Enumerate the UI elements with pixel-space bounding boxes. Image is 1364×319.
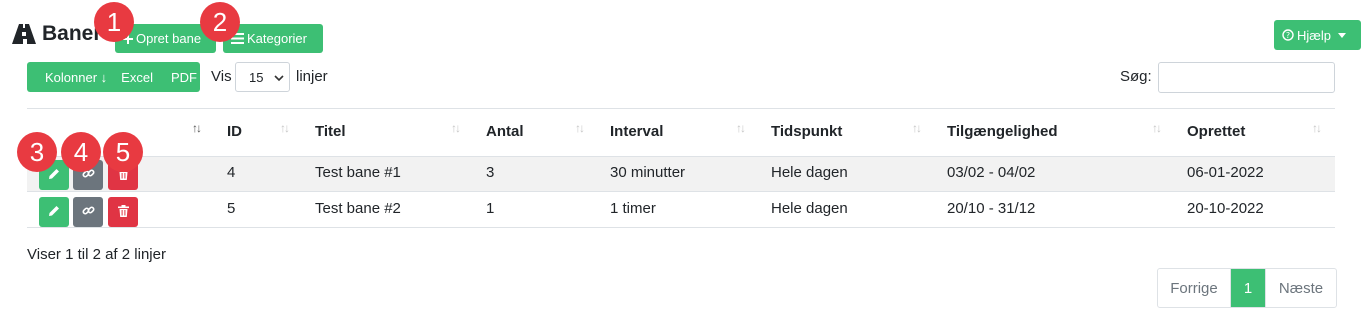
column-header-created[interactable]: Oprettet [1187, 123, 1245, 140]
trash-icon [117, 204, 129, 221]
previous-page-button[interactable]: Forrige [1158, 269, 1231, 307]
help-button[interactable]: ? Hjælp [1274, 20, 1361, 50]
cell-availability: 20/10 - 31/12 [947, 200, 1036, 217]
columns-button[interactable]: Kolonner ↓ [27, 70, 107, 85]
road-icon [12, 24, 36, 44]
sort-icon[interactable]: ↑↓ [192, 121, 202, 135]
cell-title: Test bane #2 [315, 200, 401, 217]
column-header-availability[interactable]: Tilgængelighed [947, 123, 1058, 140]
cell-title: Test bane #1 [315, 164, 401, 181]
next-page-button[interactable]: Næste [1265, 269, 1336, 307]
pdf-button[interactable]: PDF [153, 70, 197, 85]
callout-badge-1: 1 [94, 2, 134, 42]
sort-icon[interactable]: ↑↓ [1152, 121, 1162, 135]
search-input[interactable] [1158, 62, 1335, 93]
column-header-title[interactable]: Titel [315, 123, 346, 140]
lines-label: linjer [296, 68, 328, 85]
categories-label: Kategorier [247, 31, 307, 46]
page-title: Baner [12, 22, 102, 46]
column-header-time[interactable]: Tidspunkt [771, 123, 842, 140]
table-row [27, 192, 1335, 228]
page-size-select[interactable]: 15 [235, 62, 290, 92]
cell-time: Hele dagen [771, 200, 848, 217]
column-header-count[interactable]: Antal [486, 123, 524, 140]
help-label: Hjælp [1297, 27, 1331, 43]
cell-interval: 30 minutter [610, 164, 686, 181]
link-icon [81, 204, 95, 221]
cell-id: 4 [227, 164, 236, 181]
show-label: Vis [211, 68, 232, 85]
cell-count: 3 [486, 164, 495, 181]
callout-badge-2: 2 [200, 2, 240, 42]
columns-label: Kolonner [45, 69, 98, 85]
export-button-group: Kolonner ↓ Excel PDF [27, 62, 200, 92]
cell-availability: 03/02 - 04/02 [947, 164, 1036, 181]
pencil-icon [48, 167, 60, 184]
sort-icon[interactable]: ↑↓ [575, 121, 585, 135]
column-header-interval[interactable]: Interval [610, 123, 663, 140]
callout-badge-3: 3 [17, 132, 57, 172]
cell-count: 1 [486, 200, 495, 217]
cell-interval: 1 timer [610, 200, 656, 217]
cell-created: 06-01-2022 [1187, 164, 1264, 181]
link-button[interactable] [73, 197, 103, 227]
search-label: Søg: [1120, 68, 1152, 85]
delete-button[interactable] [108, 197, 138, 227]
callout-badge-4: 4 [61, 132, 101, 172]
sort-icon[interactable]: ↑↓ [451, 121, 461, 135]
svg-text:?: ? [1286, 31, 1290, 40]
table-info: Viser 1 til 2 af 2 linjer [27, 246, 166, 263]
sort-icon[interactable]: ↑↓ [1312, 121, 1322, 135]
divider [27, 108, 1335, 109]
chevron-down-icon [274, 70, 284, 85]
cell-created: 20-10-2022 [1187, 200, 1264, 217]
caret-down-icon [1337, 32, 1346, 38]
callout-badge-5: 5 [103, 132, 143, 172]
cell-time: Hele dagen [771, 164, 848, 181]
sort-icon[interactable]: ↑↓ [280, 121, 290, 135]
sort-icon[interactable]: ↑↓ [736, 121, 746, 135]
question-circle-icon: ? [1282, 29, 1294, 41]
cell-id: 5 [227, 200, 236, 217]
pagination: Forrige 1 Næste [1157, 268, 1337, 308]
page-title-text: Baner [42, 22, 102, 45]
excel-button[interactable]: Excel [107, 70, 153, 85]
sort-icon[interactable]: ↑↓ [912, 121, 922, 135]
page-1-button[interactable]: 1 [1231, 269, 1265, 307]
page-size-value: 15 [249, 69, 264, 85]
create-course-label: Opret bane [136, 31, 202, 46]
edit-button[interactable] [39, 197, 69, 227]
pencil-icon [48, 204, 60, 221]
column-header-id[interactable]: ID [227, 123, 242, 140]
